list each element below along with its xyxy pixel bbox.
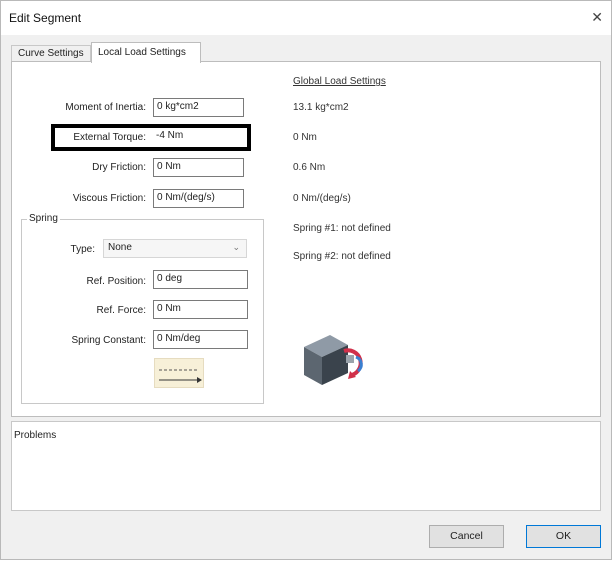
dry-friction-input[interactable]: 0 Nm — [153, 158, 244, 177]
ref-force-label: Ref. Force: — [96, 305, 146, 316]
spring-type-select[interactable]: None ⌄ — [103, 239, 247, 258]
chevron-down-icon: ⌄ — [232, 242, 240, 252]
local-load-settings-panel: Global Load Settings 13.1 kg*cm2 0 Nm 0.… — [11, 61, 601, 417]
viscous-friction-label: Viscous Friction: — [72, 193, 146, 204]
close-icon[interactable]: ✕ — [591, 9, 603, 25]
dialog-title: Edit Segment — [9, 11, 82, 25]
ref-position-label: Ref. Position: — [86, 276, 146, 287]
spring-constant-input[interactable]: 0 Nm/deg — [153, 330, 248, 349]
ok-button[interactable]: OK — [526, 525, 601, 548]
moment-of-inertia-label: Moment of Inertia: — [65, 102, 146, 113]
edit-segment-dialog: Edit Segment ✕ Curve Settings Local Load… — [0, 0, 612, 560]
tab-curve-settings[interactable]: Curve Settings — [11, 45, 91, 62]
external-torque-highlight-box — [51, 124, 251, 151]
spring-constant-label: Spring Constant: — [71, 335, 147, 346]
motor-icon — [294, 327, 374, 397]
global-spring1-status: Spring #1: not defined — [293, 223, 391, 234]
global-moment-value: 13.1 kg*cm2 — [293, 102, 349, 113]
spring-group-title: Spring — [27, 213, 60, 224]
ref-position-input[interactable]: 0 deg — [153, 270, 248, 289]
ref-force-input[interactable]: 0 Nm — [153, 300, 248, 319]
global-torque-value: 0 Nm — [293, 132, 317, 143]
problems-label: Problems — [14, 430, 57, 441]
global-dry-friction-value: 0.6 Nm — [293, 162, 326, 173]
dry-friction-label: Dry Friction: — [92, 162, 146, 173]
global-spring2-status: Spring #2: not defined — [293, 251, 391, 262]
tab-local-load-settings[interactable]: Local Load Settings — [91, 42, 201, 63]
global-viscous-friction-value: 0 Nm/(deg/s) — [293, 193, 351, 204]
spring-type-value: None — [108, 242, 132, 253]
viscous-friction-input[interactable]: 0 Nm/(deg/s) — [153, 189, 244, 208]
cancel-button[interactable]: Cancel — [429, 525, 504, 548]
problems-panel: Problems — [11, 421, 601, 511]
title-bar: Edit Segment ✕ — [1, 1, 611, 35]
global-load-settings-heading: Global Load Settings — [293, 76, 386, 87]
spring-diagram-icon — [154, 358, 204, 388]
moment-of-inertia-input[interactable]: 0 kg*cm2 — [153, 98, 244, 117]
spring-type-label: Type: — [70, 244, 95, 255]
